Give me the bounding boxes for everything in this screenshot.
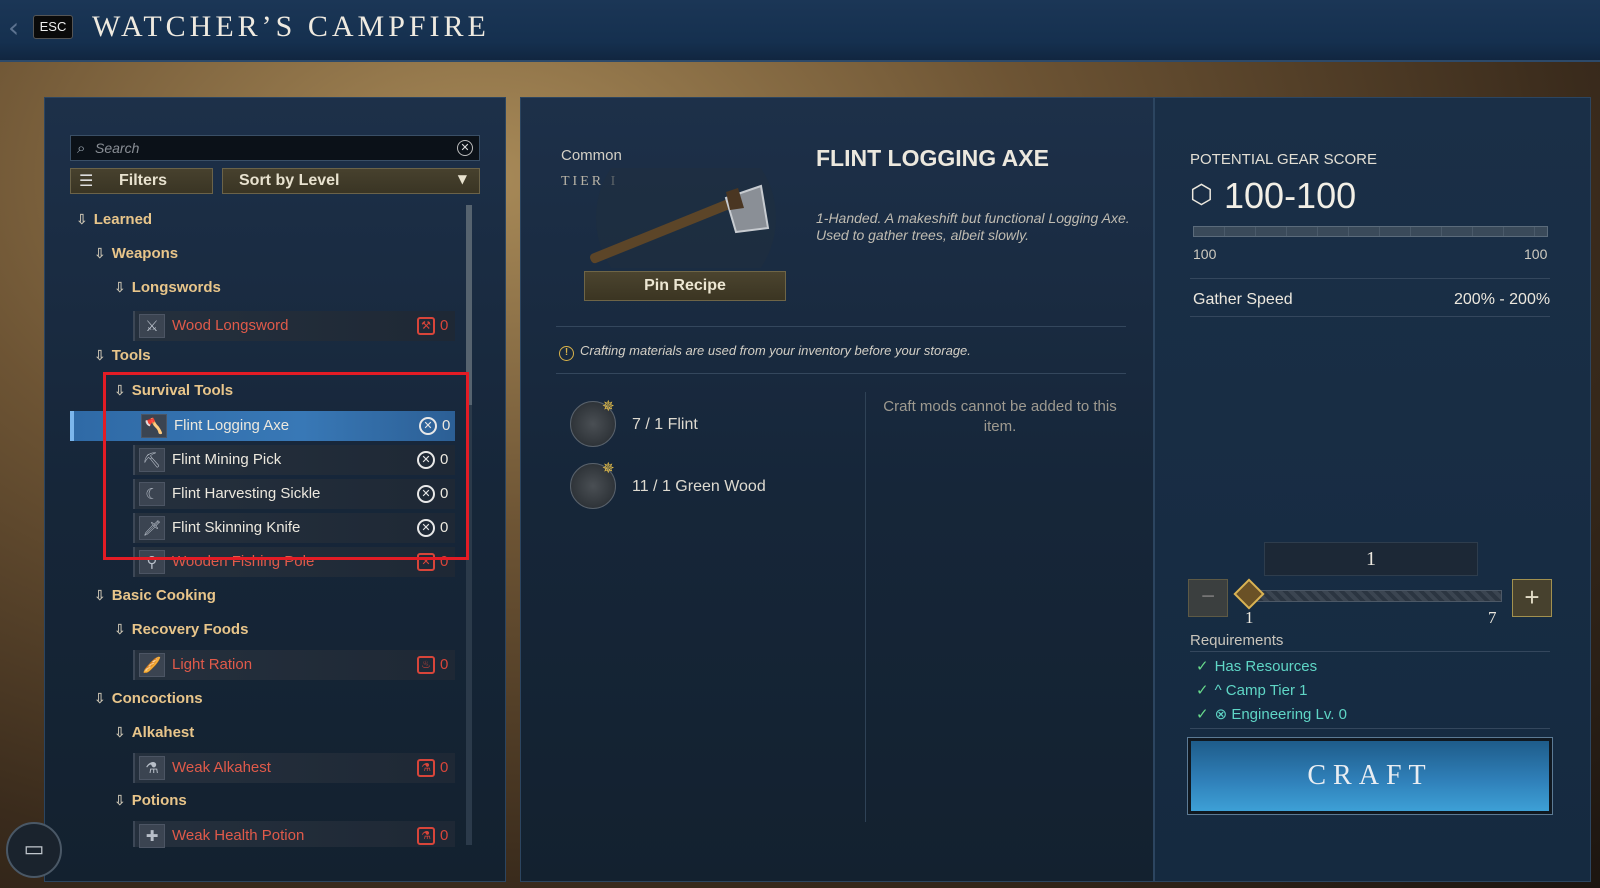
gathering-star-icon: ✵ — [602, 459, 615, 477]
collapse-arrow-icon: ⇩ — [114, 793, 126, 809]
collapse-arrow-icon: ⇩ — [114, 622, 126, 638]
vial-icon: ⚗ — [139, 756, 165, 780]
health-potion-icon: ✚ — [139, 824, 165, 848]
collapse-arrow-icon: ⇩ — [94, 246, 106, 262]
category-alkahest[interactable]: ⇩ Alkahest — [114, 722, 194, 744]
search-field[interactable]: ⌕ ✕ — [70, 135, 480, 161]
increase-quantity-button[interactable]: + — [1512, 579, 1552, 617]
item-name: FLINT LOGGING AXE — [816, 145, 1049, 171]
highlight-annotation-box — [103, 372, 469, 560]
item-description: 1-Handed. A makeshift but functional Log… — [816, 210, 1130, 243]
stat-value: 200% - 200% — [1454, 291, 1551, 308]
category-basic-cooking[interactable]: ⇩ Basic Cooking — [94, 585, 216, 607]
check-icon: ✓ — [1196, 681, 1209, 699]
arcana-icon: ⚗ — [417, 759, 435, 777]
divider — [556, 326, 1126, 327]
sort-label: Sort by Level — [239, 172, 340, 189]
filters-label: Filters — [119, 172, 168, 189]
category-concoctions[interactable]: ⇩ Concoctions — [94, 688, 203, 710]
collapse-arrow-icon: ⇩ — [94, 691, 106, 707]
requirement-item: ✓ Has Resources — [1196, 657, 1318, 675]
page-title: WATCHER’S CAMPFIRE — [92, 10, 490, 43]
craft-mods-note: Craft mods cannot be added to this item. — [883, 398, 1117, 435]
cooking-icon: ♨ — [417, 656, 435, 674]
collapse-arrow-icon: ⇩ — [94, 348, 106, 364]
material-flint[interactable]: ✵ 7 / 1 Flint — [570, 397, 810, 449]
gear-score-min: 100 — [1193, 246, 1217, 262]
divider — [1190, 651, 1550, 652]
requirement-item: ✓ ^ Camp Tier 1 — [1196, 681, 1308, 699]
arcana-icon: ⚗ — [417, 827, 435, 845]
recipe-row-light-ration[interactable]: 🥖 Light Ration ♨ 0 — [133, 650, 455, 680]
divider — [1190, 278, 1550, 279]
collapse-arrow-icon: ⇩ — [76, 212, 88, 228]
gear-score-icon: ⬡ — [1190, 180, 1213, 210]
camp-icon: ^ — [1214, 682, 1226, 699]
recipe-row-weak-alkahest[interactable]: ⚗ Weak Alkahest ⚗ 0 — [133, 753, 455, 783]
decrease-quantity-button[interactable]: − — [1188, 579, 1228, 617]
collapse-arrow-icon: ⇩ — [94, 588, 106, 604]
top-bar: ‹ ESC WATCHER’S CAMPFIRE — [0, 0, 1600, 62]
flint-axe-image — [590, 168, 776, 268]
weaponsmithing-icon: ⚒ — [417, 317, 435, 335]
clear-search-icon[interactable]: ✕ — [457, 140, 473, 156]
craft-quantity-field[interactable]: 1 — [1264, 542, 1478, 576]
ration-icon: 🥖 — [139, 653, 165, 677]
craft-button[interactable]: CRAFT — [1187, 737, 1553, 815]
recipe-row-wood-longsword[interactable]: ⚔ Wood Longsword ⚒ 0 — [133, 311, 455, 341]
info-note: ! Crafting materials are used from your i… — [559, 343, 971, 361]
gear-score-max: 100 — [1524, 246, 1548, 262]
info-icon: ! — [559, 346, 574, 361]
stat-label: Gather Speed — [1193, 291, 1293, 308]
chat-icon[interactable]: ▭ — [6, 822, 62, 878]
search-icon: ⌕ — [77, 139, 86, 157]
gathering-star-icon: ✵ — [602, 397, 615, 415]
filters-button[interactable]: ☰ Filters — [70, 168, 213, 194]
collapse-arrow-icon: ⇩ — [114, 280, 126, 296]
filter-sliders-icon: ☰ — [79, 171, 94, 190]
vertical-divider — [865, 392, 866, 822]
category-longswords[interactable]: ⇩ Longswords — [114, 277, 221, 299]
category-potions[interactable]: ⇩ Potions — [114, 790, 187, 812]
category-recovery-foods[interactable]: ⇩ Recovery Foods — [114, 619, 248, 641]
divider — [1190, 728, 1550, 729]
material-green-wood[interactable]: ✵ 11 / 1 Green Wood — [570, 459, 810, 511]
check-icon: ✓ — [1196, 705, 1209, 723]
slider-min: 1 — [1245, 608, 1254, 627]
chevron-down-icon: ▼ — [457, 172, 467, 186]
gear-score-value: 100-100 — [1224, 175, 1357, 216]
divider — [1190, 316, 1550, 317]
pin-recipe-button[interactable]: Pin Recipe — [584, 271, 786, 301]
gear-score-bar — [1193, 226, 1548, 237]
category-learned[interactable]: ⇩ Learned — [76, 209, 152, 231]
category-weapons[interactable]: ⇩ Weapons — [94, 243, 178, 265]
category-tools[interactable]: ⇩ Tools — [94, 345, 151, 367]
engineering-icon: ⊗ — [1214, 706, 1232, 723]
check-icon: ✓ — [1196, 657, 1209, 675]
recipe-row-weak-health-potion[interactable]: ✚ Weak Health Potion ⚗ 0 — [133, 821, 455, 848]
slider-max: 7 — [1488, 608, 1497, 627]
requirement-item: ✓ ⊗ Engineering Lv. 0 — [1196, 705, 1347, 723]
requirements-label: Requirements — [1190, 632, 1284, 649]
search-input[interactable] — [95, 138, 445, 158]
collapse-arrow-icon: ⇩ — [114, 725, 126, 741]
back-arrow-icon[interactable]: ‹ — [8, 14, 28, 42]
divider — [556, 373, 1126, 374]
quantity-slider[interactable] — [1246, 590, 1502, 602]
item-rarity: Common — [561, 147, 622, 164]
sort-dropdown[interactable]: Sort by Level ▼ — [222, 168, 480, 194]
longsword-icon: ⚔ — [139, 314, 165, 338]
gear-score-label: POTENTIAL GEAR SCORE — [1190, 151, 1377, 168]
esc-button[interactable]: ESC — [33, 15, 73, 39]
